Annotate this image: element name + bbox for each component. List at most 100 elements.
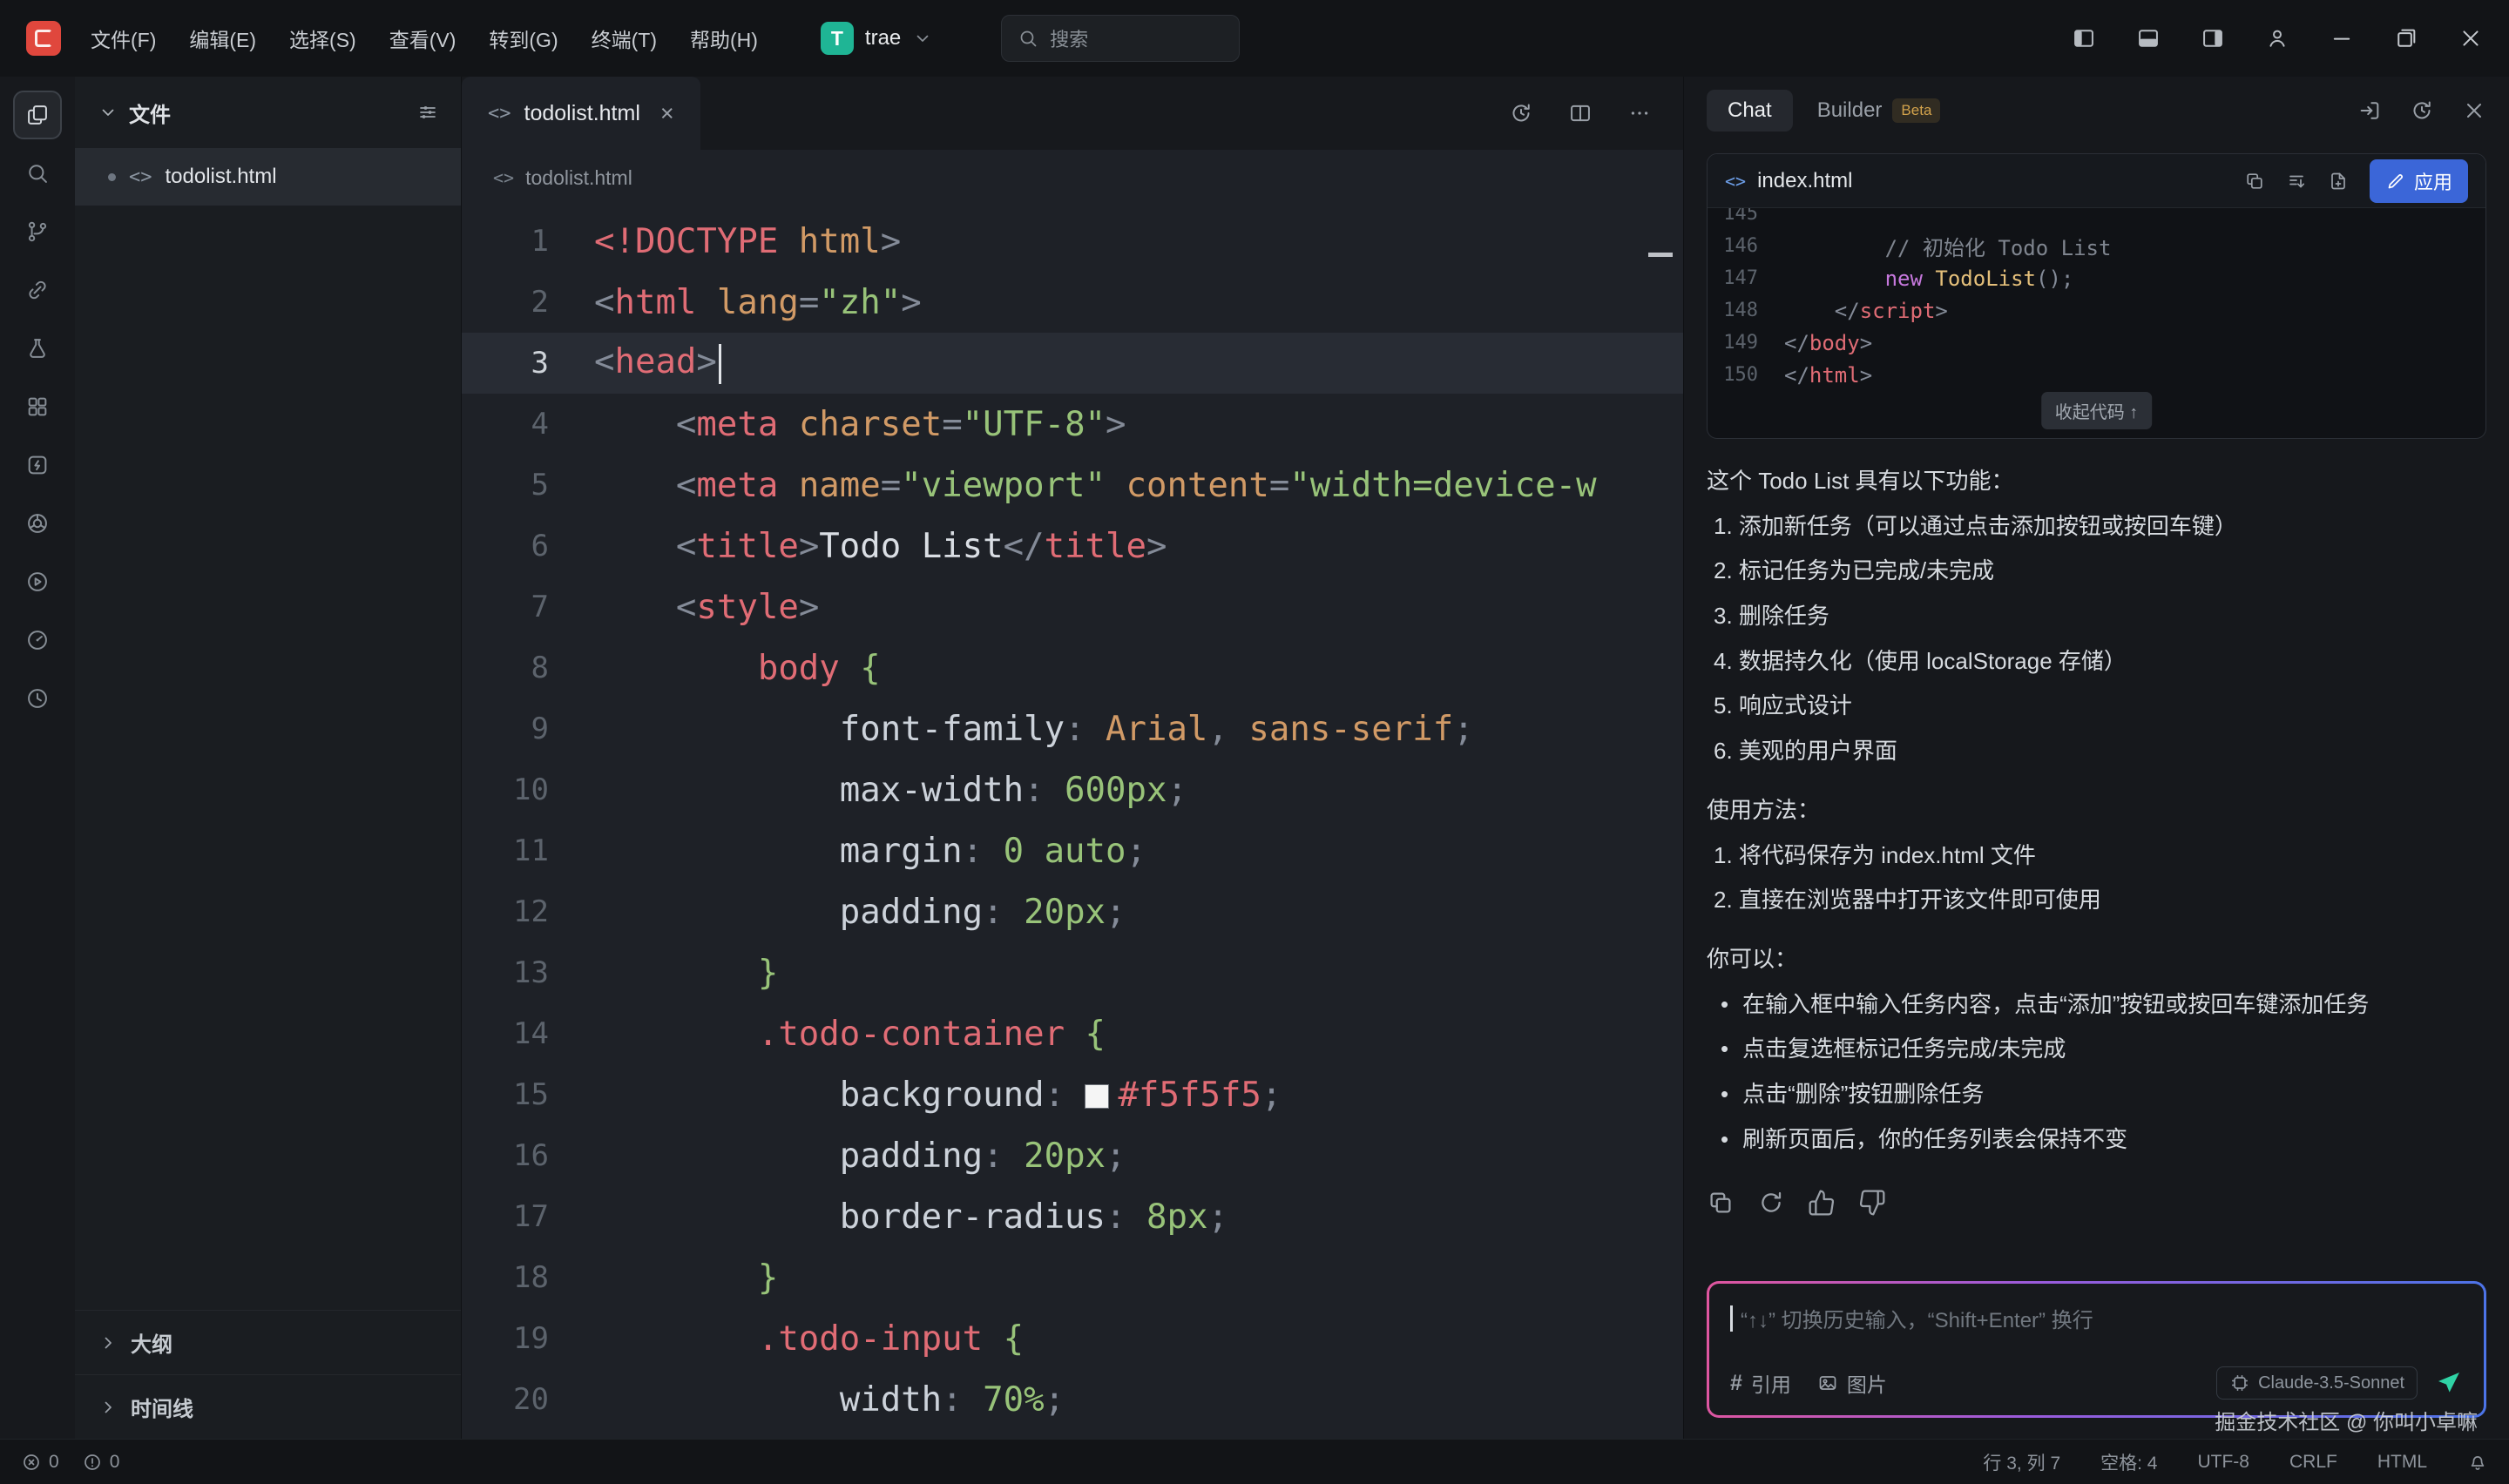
code-line: 147 new TodoList(); — [1708, 262, 2485, 294]
file-item-todolist[interactable]: <> todolist.html — [75, 148, 461, 206]
chat-history-icon[interactable] — [2410, 98, 2434, 123]
breadcrumb[interactable]: <> todolist.html — [462, 150, 1683, 206]
code-editor[interactable]: 1<!DOCTYPE html>2<html lang="zh">3<head>… — [462, 206, 1683, 1439]
toggle-panel-icon[interactable] — [2136, 26, 2161, 51]
menu-item[interactable]: 选择(S) — [289, 24, 356, 53]
statusbar: 0 0 行 3, 列 7 空格: 4 UTF-8 CRLF HTML — [0, 1439, 2509, 1484]
test-flask-icon[interactable] — [13, 324, 62, 373]
global-search[interactable]: 搜索 — [1001, 15, 1240, 62]
minimize-button[interactable] — [2330, 26, 2354, 51]
hash-icon: # — [1730, 1371, 1742, 1396]
code-snippet-card: <> index.html 应用 145 — [1707, 153, 2486, 439]
insert-code-icon[interactable] — [2286, 171, 2307, 192]
filter-icon[interactable] — [417, 102, 438, 123]
browser-icon[interactable] — [13, 499, 62, 548]
toggle-right-sidebar-icon[interactable] — [2201, 26, 2225, 51]
timeline-section[interactable]: 时间线 — [75, 1374, 461, 1439]
send-icon[interactable] — [2435, 1369, 2463, 1397]
timeline-clock-icon[interactable] — [13, 674, 62, 723]
problems-indicator[interactable]: 0 0 — [21, 1452, 119, 1473]
thumbs-down-icon[interactable] — [1858, 1189, 1886, 1217]
line-number: 1 — [462, 224, 594, 259]
menu-item[interactable]: 文件(F) — [91, 24, 156, 53]
editor-tabbar: <> todolist.html × — [462, 77, 1683, 150]
quote-button[interactable]: # 引用 — [1730, 1368, 1791, 1398]
ai-plugin-icon[interactable] — [13, 441, 62, 489]
outline-label: 大纲 — [131, 1327, 172, 1358]
app-window: 文件(F) 编辑(E) 选择(S) 查看(V) 转到(G) 终端(T) 帮助(H) T tr… — [0, 0, 2509, 1484]
code-line: 16 padding: 20px; — [462, 1125, 1683, 1186]
code-line: 19 .todo-input { — [462, 1308, 1683, 1369]
main-area: 文件 <> todolist.html 大纲 时间线 <> — [0, 77, 2509, 1439]
source-control-icon[interactable] — [13, 207, 62, 256]
performance-icon[interactable] — [13, 616, 62, 664]
menu-item[interactable]: 帮助(H) — [690, 24, 758, 53]
remote-link-icon[interactable] — [13, 266, 62, 314]
indentation[interactable]: 空格: 4 — [2100, 1449, 2157, 1475]
tab-chat[interactable]: Chat — [1707, 90, 1793, 132]
assistant-actions — [2357, 98, 2486, 123]
outline-section[interactable]: 大纲 — [75, 1310, 461, 1374]
notifications-bell-icon[interactable] — [2467, 1452, 2488, 1473]
tab-todolist[interactable]: <> todolist.html × — [462, 77, 700, 150]
extensions-grid-icon[interactable] — [13, 382, 62, 431]
line-number: 10 — [462, 772, 594, 807]
image-button[interactable]: 图片 — [1817, 1368, 1887, 1398]
eol-sequence[interactable]: CRLF — [2289, 1452, 2337, 1473]
code-line: 20 width: 70%; — [462, 1369, 1683, 1430]
account-icon[interactable] — [2265, 26, 2289, 51]
line-number: 16 — [462, 1138, 594, 1173]
tab-close-icon[interactable]: × — [660, 102, 674, 125]
workspace-avatar: T — [821, 22, 854, 55]
menu-item[interactable]: 转到(G) — [489, 24, 558, 53]
chevron-down-icon — [98, 102, 118, 123]
menu-item[interactable]: 查看(V) — [389, 24, 456, 53]
split-editor-icon[interactable] — [1568, 101, 1593, 125]
input-placeholder-row: “↑↓” 切换历史输入，“Shift+Enter” 换行 — [1730, 1303, 2463, 1333]
language-mode[interactable]: HTML — [2377, 1452, 2427, 1473]
regenerate-icon[interactable] — [1757, 1189, 1785, 1217]
workspace-switcher[interactable]: T trae — [810, 16, 943, 61]
line-number: 146 — [1708, 235, 1784, 257]
code-line: 5 <meta name="viewport" content="width=d… — [462, 455, 1683, 516]
copy-message-icon[interactable] — [1707, 1189, 1735, 1217]
run-debug-icon[interactable] — [13, 557, 62, 606]
tab-builder[interactable]: Builder Beta — [1817, 98, 1941, 123]
open-in-editor-icon[interactable] — [2357, 98, 2382, 123]
errors-count[interactable]: 0 — [21, 1452, 59, 1473]
create-file-icon[interactable] — [2328, 171, 2349, 192]
close-panel-icon[interactable] — [2462, 98, 2486, 123]
close-button[interactable] — [2458, 26, 2483, 51]
toggle-left-sidebar-icon[interactable] — [2072, 26, 2096, 51]
maximize-button[interactable] — [2394, 26, 2418, 51]
cursor-position[interactable]: 行 3, 列 7 — [1983, 1449, 2060, 1475]
model-selector[interactable]: Claude-3.5-Sonnet — [2216, 1366, 2418, 1400]
titlebar-actions — [2072, 26, 2483, 51]
search-sidebar-icon[interactable] — [13, 149, 62, 198]
menu-bar: 文件(F) 编辑(E) 选择(S) 查看(V) 转到(G) 终端(T) 帮助(H) — [91, 24, 758, 53]
app-logo-icon[interactable] — [26, 21, 61, 56]
apply-code-button[interactable]: 应用 — [2370, 159, 2468, 203]
menu-item[interactable]: 终端(T) — [592, 24, 657, 53]
explorer-header[interactable]: 文件 — [75, 77, 461, 148]
chat-input[interactable]: “↑↓” 切换历史输入，“Shift+Enter” 换行 # 引用 图片 — [1709, 1284, 2484, 1415]
collapse-code-button[interactable]: 收起代码 ↑ — [2041, 392, 2153, 429]
feature-item: 4. 数据持久化（使用 localStorage 存储） — [1714, 645, 2486, 678]
menu-item[interactable]: 编辑(E) — [189, 24, 256, 53]
code-line: 9 font-family: Arial, sans-serif; — [462, 698, 1683, 759]
code-line: 4 <meta charset="UTF-8"> — [462, 394, 1683, 455]
code-line: 14 .todo-container { — [462, 1003, 1683, 1064]
encoding[interactable]: UTF-8 — [2197, 1452, 2249, 1473]
chat-input-zone: “↑↓” 切换历史输入，“Shift+Enter” 换行 # 引用 图片 — [1707, 1281, 2486, 1418]
thumbs-up-icon[interactable] — [1808, 1189, 1836, 1217]
breadcrumb-item: todolist.html — [525, 166, 632, 190]
copy-code-icon[interactable] — [2244, 171, 2265, 192]
history-icon[interactable] — [1509, 101, 1533, 125]
explorer-icon[interactable] — [13, 91, 62, 139]
editor-caret — [719, 344, 721, 384]
cando-list: 在输入框中输入任务内容，点击“添加”按钮或按回车键添加任务点击复选框标记任务完成… — [1707, 988, 2486, 1157]
code-line: 10 max-width: 600px; — [462, 759, 1683, 820]
more-actions-icon[interactable] — [1627, 101, 1652, 125]
warnings-count[interactable]: 0 — [82, 1452, 120, 1473]
message-actions — [1707, 1189, 2486, 1217]
